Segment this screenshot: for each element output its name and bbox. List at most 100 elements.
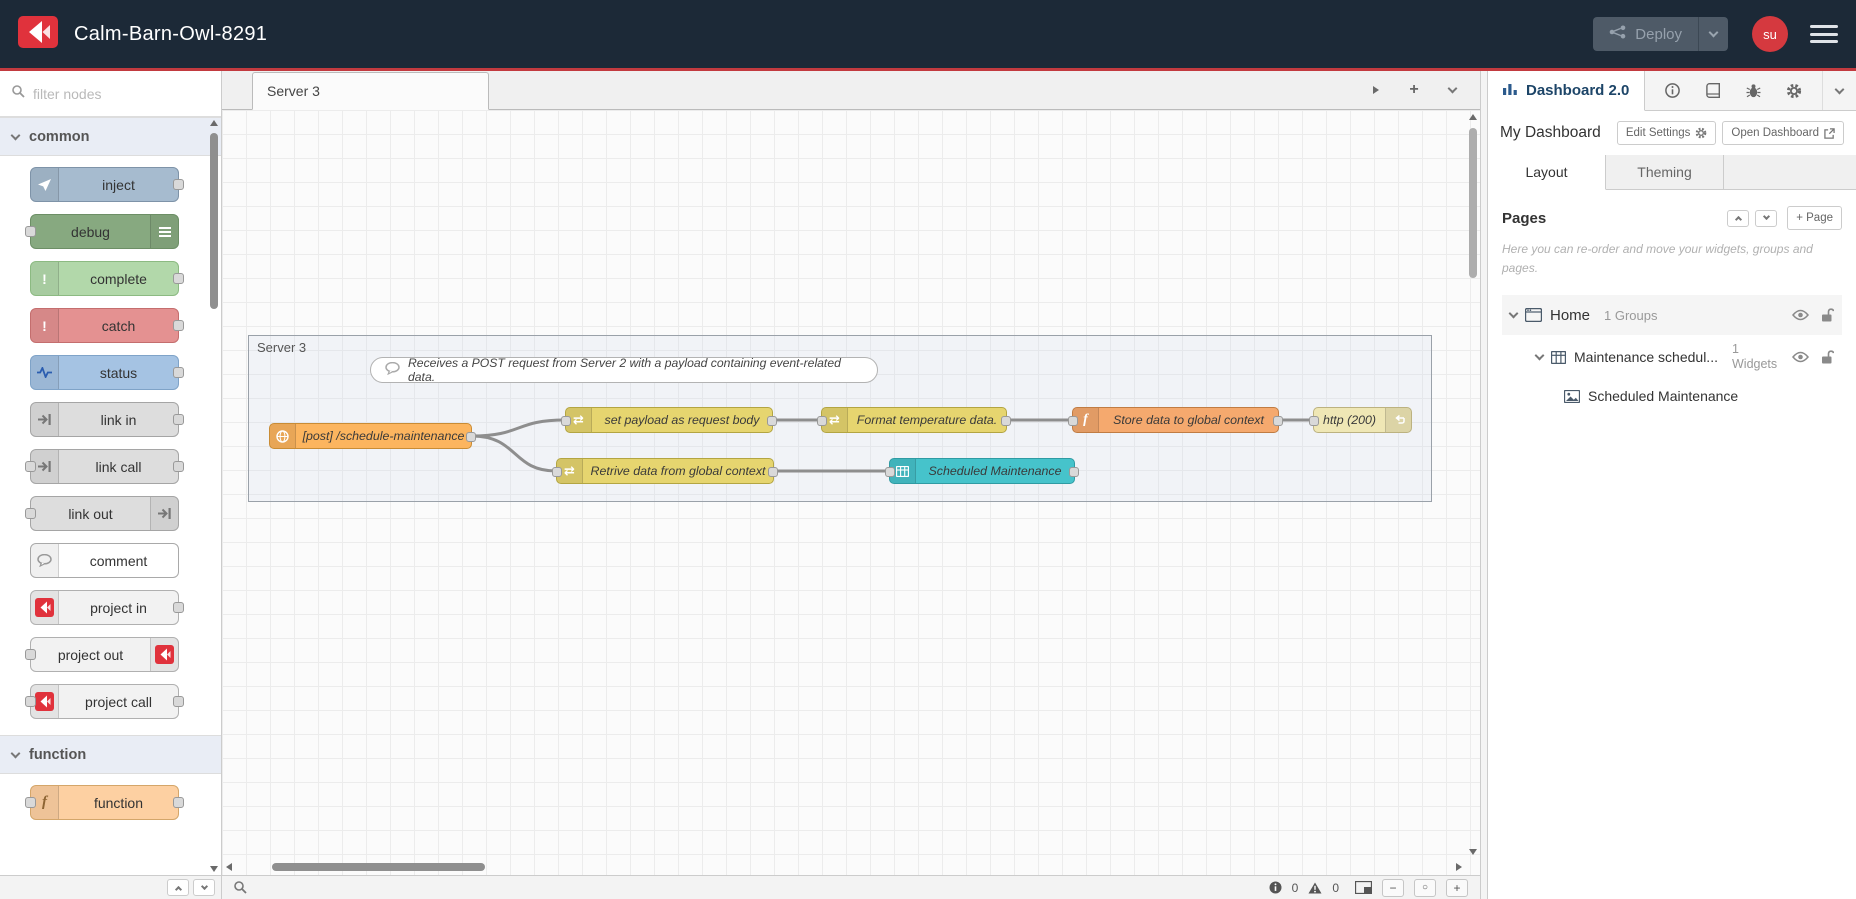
palette-scrollbar[interactable] [207,117,221,875]
output-port[interactable] [1001,416,1011,426]
palette-node-function[interactable]: f function [25,785,184,820]
wire[interactable] [470,418,567,438]
output-port[interactable] [1069,467,1079,477]
output-port[interactable] [767,416,777,426]
lock-open-icon[interactable] [1821,350,1834,364]
palette-node-project-out[interactable]: project out [25,637,179,672]
input-port[interactable] [25,507,36,519]
output-port[interactable] [768,467,778,477]
scroll-left-arrow[interactable] [226,863,232,871]
deploy-button[interactable]: Deploy [1593,17,1728,51]
zoom-out-button[interactable]: − [1382,878,1404,897]
scrollbar-thumb[interactable] [1469,128,1477,278]
flow-node-http-in[interactable]: [post] /schedule-maintenance [269,423,476,449]
input-port[interactable] [25,695,36,707]
output-port[interactable] [466,432,476,442]
scrollbar-thumb[interactable] [210,133,218,309]
output-port[interactable] [173,601,184,613]
output-port[interactable] [173,319,184,331]
palette-node-debug[interactable]: debug [25,214,179,249]
sidebar-menu-caret[interactable] [1822,71,1856,110]
tab-theming[interactable]: Theming [1606,155,1724,189]
output-port[interactable] [173,272,184,284]
palette-node-project-call[interactable]: project call [25,684,184,719]
palette-node-link-call[interactable]: link call [25,449,184,484]
debug-bug-icon[interactable] [1741,78,1767,104]
palette-node-inject[interactable]: inject [30,167,184,202]
input-port[interactable] [25,648,36,660]
expand-all-button[interactable] [1755,209,1778,227]
palette-node-link-in[interactable]: link in [30,402,184,437]
expand-all-categories-button[interactable] [193,879,215,896]
chevron-down-icon[interactable] [1534,350,1545,361]
input-port[interactable] [885,467,895,477]
tab-server-3[interactable]: Server 3 [252,72,489,110]
output-port[interactable] [173,695,184,707]
scroll-tabs-right-icon[interactable] [1364,78,1388,102]
palette-node-project-in[interactable]: project in [30,590,184,625]
output-port[interactable] [1273,416,1283,426]
tab-layout[interactable]: Layout [1488,155,1606,190]
palette-node-link-out[interactable]: link out [25,496,179,531]
eye-visibility-icon[interactable] [1792,351,1809,363]
input-port[interactable] [25,460,36,472]
wire[interactable] [470,434,558,473]
tree-row-page-home[interactable]: Home 1 Groups [1502,295,1842,336]
flow-node-store-global-context[interactable]: f Store data to global context [1068,407,1283,433]
help-book-icon[interactable] [1700,78,1726,104]
deploy-options-caret[interactable] [1698,17,1728,51]
flow-node-retrieve-global-context[interactable]: ⇄ Retrive data from global context [552,458,778,484]
flow-list-button[interactable] [1440,78,1464,102]
output-port[interactable] [173,413,184,425]
input-port[interactable] [1309,416,1319,426]
flow-node-ui-table[interactable]: Scheduled Maintenance [885,458,1079,484]
scroll-down-arrow[interactable] [1469,849,1477,855]
palette-category-common[interactable]: common [0,117,221,156]
output-port[interactable] [173,366,184,378]
output-port[interactable] [173,796,184,808]
collapse-all-button[interactable] [1727,209,1750,227]
add-page-button[interactable]: + Page [1787,206,1842,230]
flow-node-http-response[interactable]: http (200) [1309,407,1412,433]
flow-node-comment[interactable]: Receives a POST request from Server 2 wi… [370,356,878,384]
tree-row-widget-scheduled-maintenance[interactable]: Scheduled Maintenance [1502,379,1842,413]
zoom-reset-button[interactable]: ○ [1414,878,1436,897]
input-port[interactable] [25,796,36,808]
flow-canvas[interactable]: Server 3 Receives a POST request from Se… [222,110,1480,875]
flow-node-format-temperature[interactable]: ⇄ Format temperature data. [817,407,1011,433]
output-port[interactable] [173,178,184,190]
eye-visibility-icon[interactable] [1792,309,1809,321]
user-avatar[interactable]: su [1752,16,1788,52]
collapse-all-categories-button[interactable] [167,879,189,896]
canvas-horizontal-scrollbar[interactable] [222,859,1466,875]
chevron-down-icon[interactable] [1508,308,1519,319]
scroll-right-arrow[interactable] [1456,863,1462,871]
open-dashboard-button[interactable]: Open Dashboard [1722,121,1844,145]
output-port[interactable] [173,460,184,472]
palette-node-comment[interactable]: comment [30,543,179,578]
canvas-vertical-scrollbar[interactable] [1466,110,1480,859]
scroll-up-arrow[interactable] [210,120,218,126]
tree-row-group-maintenance[interactable]: Maintenance schedul... 1 Widgets [1502,335,1842,379]
scroll-down-arrow[interactable] [210,866,218,872]
flow-node-set-payload[interactable]: ⇄ set payload as request body [561,407,777,433]
palette-category-function[interactable]: function [0,735,221,774]
sidebar-resize-handle[interactable] [1480,71,1488,899]
input-port[interactable] [817,416,827,426]
input-port[interactable] [25,225,36,237]
lock-open-icon[interactable] [1821,308,1834,322]
input-port[interactable] [552,467,562,477]
edit-settings-button[interactable]: Edit Settings [1616,121,1717,145]
search-flows-button[interactable] [234,881,247,894]
scroll-up-arrow[interactable] [1469,114,1477,120]
input-port[interactable] [561,416,571,426]
tab-dashboard-2[interactable]: Dashboard 2.0 [1488,71,1646,111]
add-flow-button[interactable]: + [1402,78,1426,102]
palette-node-complete[interactable]: ! complete [30,261,184,296]
palette-search-input[interactable] [33,85,209,102]
input-port[interactable] [1068,416,1078,426]
navigator-toggle-button[interactable] [1355,881,1372,894]
palette-node-catch[interactable]: ! catch [30,308,184,343]
info-tab-icon[interactable] [1660,78,1686,104]
scrollbar-thumb[interactable] [272,863,485,871]
